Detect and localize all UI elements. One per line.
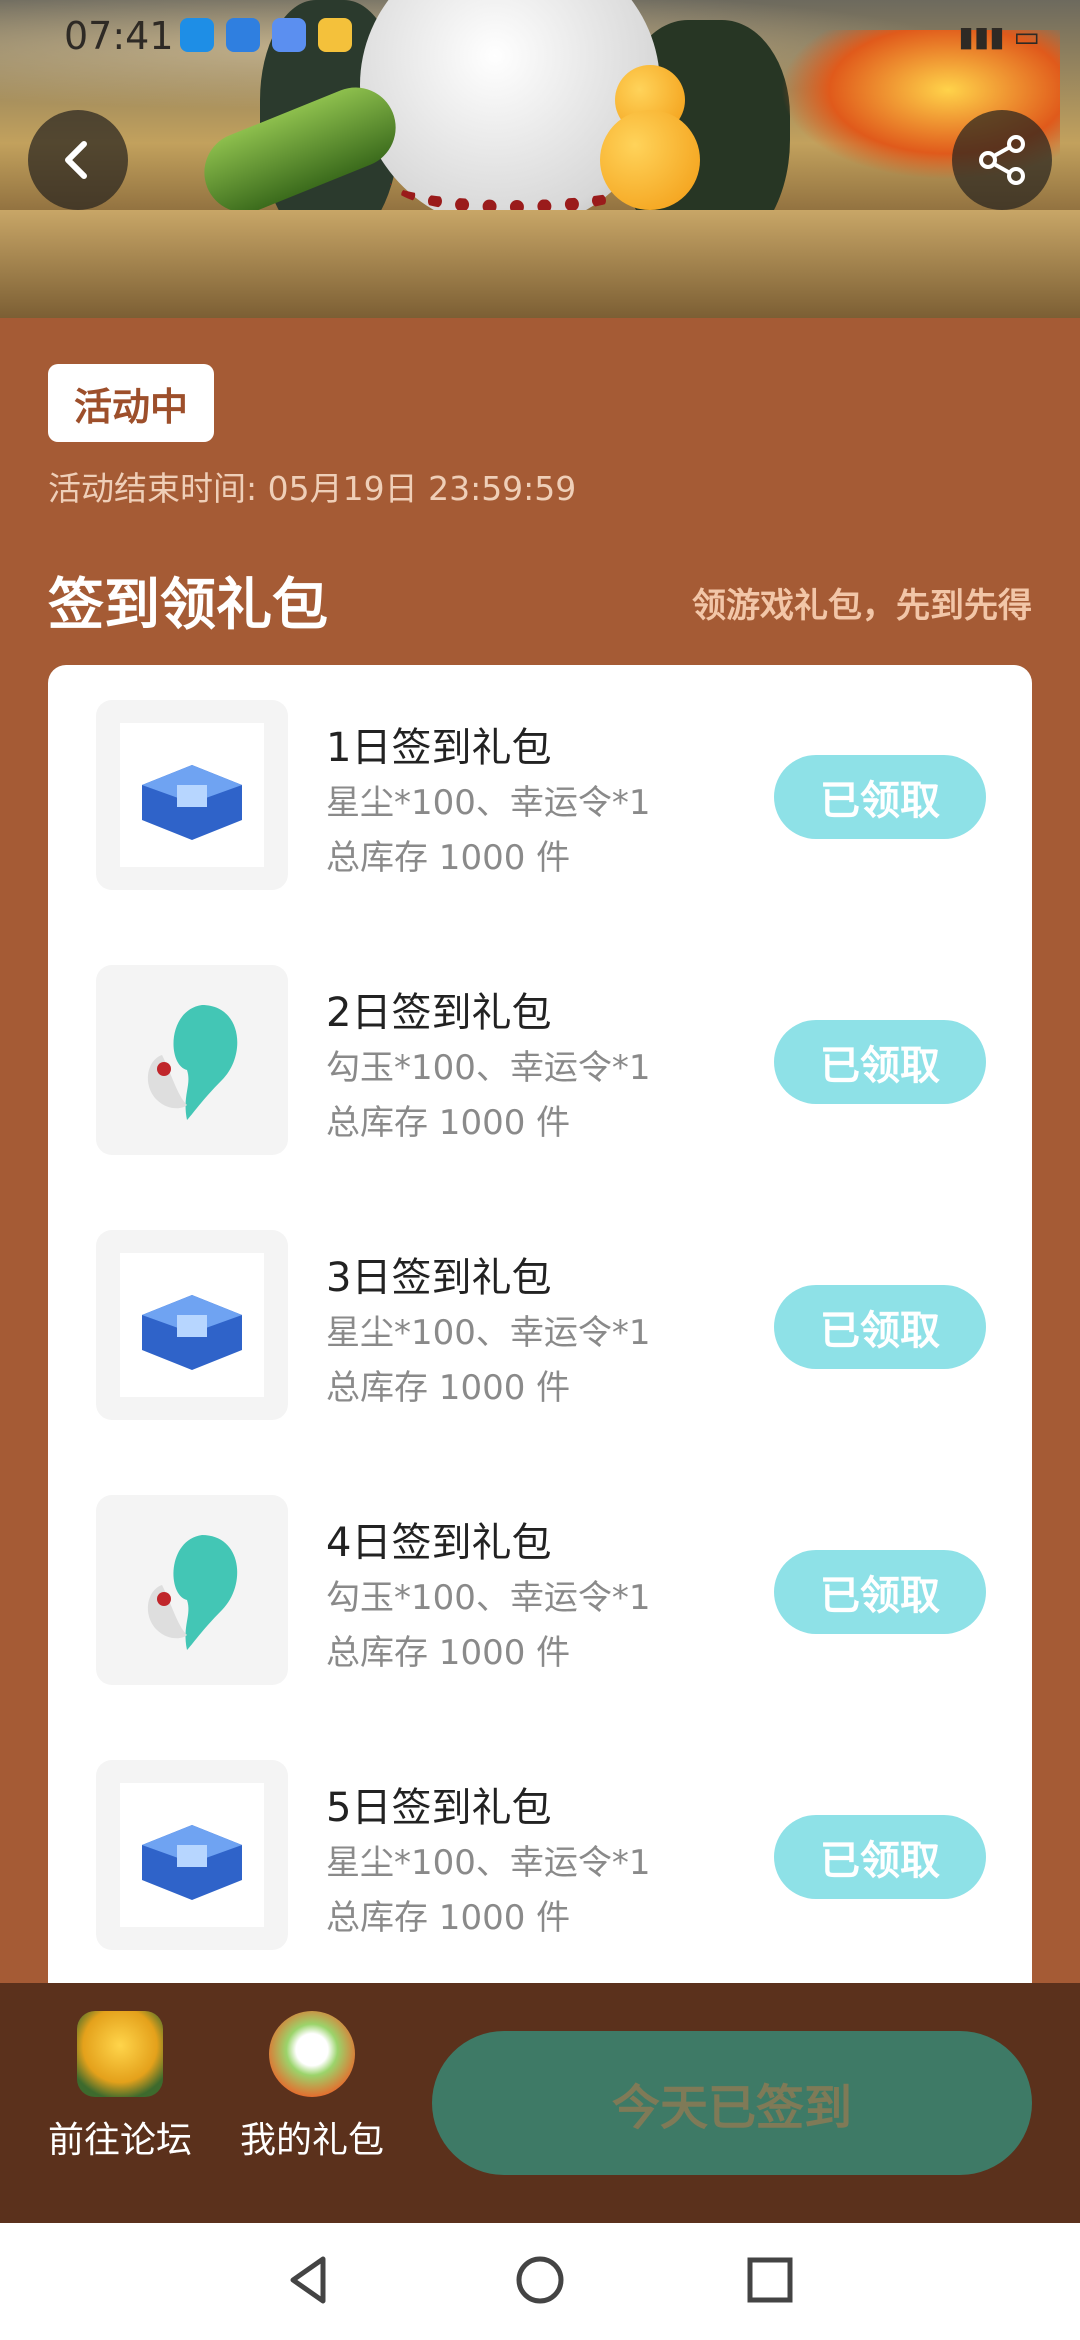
system-nav-bar bbox=[0, 2223, 1080, 2340]
section-title: 签到领礼包 bbox=[48, 573, 328, 638]
gift-stock: 总库存 1000 件 bbox=[326, 1898, 571, 1938]
blue-chest-icon bbox=[142, 1295, 242, 1370]
back-button[interactable] bbox=[28, 110, 128, 210]
notification-icons bbox=[180, 18, 352, 52]
bulb-app-icon bbox=[226, 18, 260, 52]
system-icons: ▮▮▮ ▭ bbox=[958, 20, 1040, 53]
status-badge: 活动中 bbox=[48, 364, 215, 442]
claimed-button[interactable]: 已领取 bbox=[774, 755, 986, 839]
gift-title: 1日签到礼包 bbox=[326, 725, 552, 771]
forum-label: 前往论坛 bbox=[47, 2120, 192, 2161]
gift-title: 4日签到礼包 bbox=[326, 1520, 552, 1566]
blue-chest-icon bbox=[142, 1825, 242, 1900]
share-button[interactable] bbox=[952, 110, 1052, 210]
gift-description: 勾玉*100、幸运令*1 bbox=[326, 1048, 651, 1088]
search-app-icon bbox=[180, 18, 214, 52]
gift-row: 4日签到礼包 勾玉*100、幸运令*1 总库存 1000 件 已领取 bbox=[48, 1460, 1032, 1685]
gift-description: 星尘*100、幸运令*1 bbox=[326, 783, 651, 823]
blue-chest-icon bbox=[142, 765, 242, 840]
gift-description: 勾玉*100、幸运令*1 bbox=[326, 1578, 651, 1618]
claimed-button[interactable]: 已领取 bbox=[774, 1815, 986, 1899]
my-gifts-shortcut[interactable]: 我的礼包 bbox=[232, 2011, 392, 2163]
gift-description: 星尘*100、幸运令*1 bbox=[326, 1313, 651, 1353]
my-gifts-label: 我的礼包 bbox=[239, 2120, 384, 2161]
status-bar: 07:41 ▮▮▮ ▭ bbox=[0, 0, 1080, 72]
gift-box-icon bbox=[269, 2011, 355, 2097]
gift-row: 5日签到礼包 星尘*100、幸运令*1 总库存 1000 件 已领取 bbox=[48, 1725, 1032, 1950]
gift-list: 1日签到礼包 星尘*100、幸运令*1 总库存 1000 件 已领取 2日签到礼… bbox=[48, 665, 1032, 1985]
jade-magatama-icon bbox=[147, 1005, 238, 1120]
chevron-left-icon bbox=[65, 141, 87, 179]
gift-stock: 总库存 1000 件 bbox=[326, 1103, 571, 1143]
gift-thumbnail bbox=[96, 1760, 288, 1950]
nav-home-icon[interactable] bbox=[513, 2253, 567, 2307]
jade-magatama-icon bbox=[147, 1535, 238, 1650]
gift-row: 3日签到礼包 星尘*100、幸运令*1 总库存 1000 件 已领取 bbox=[48, 1195, 1032, 1420]
nav-back-icon[interactable] bbox=[283, 2253, 337, 2307]
activity-end-time: 活动结束时间: 05月19日 23:59:59 bbox=[48, 469, 577, 508]
claimed-button[interactable]: 已领取 bbox=[774, 1285, 986, 1369]
status-time: 07:41 bbox=[64, 14, 174, 58]
gift-row: 1日签到礼包 星尘*100、幸运令*1 总库存 1000 件 已领取 bbox=[48, 665, 1032, 890]
nav-recents-icon[interactable] bbox=[743, 2253, 797, 2307]
claimed-button[interactable]: 已领取 bbox=[774, 1020, 986, 1104]
forum-app-icon bbox=[77, 2011, 163, 2097]
gift-row: 2日签到礼包 勾玉*100、幸运令*1 总库存 1000 件 已领取 bbox=[48, 930, 1032, 1155]
claimed-button[interactable]: 已领取 bbox=[774, 1550, 986, 1634]
weibo-app-icon bbox=[318, 18, 352, 52]
gift-thumbnail bbox=[96, 965, 288, 1155]
gift-title: 2日签到礼包 bbox=[326, 990, 552, 1036]
music-app-icon bbox=[272, 18, 306, 52]
gift-stock: 总库存 1000 件 bbox=[326, 1368, 571, 1408]
section-subtitle: 领游戏礼包，先到先得 bbox=[692, 586, 1032, 626]
gift-title: 5日签到礼包 bbox=[326, 1785, 552, 1831]
gift-stock: 总库存 1000 件 bbox=[326, 838, 571, 878]
gift-stock: 总库存 1000 件 bbox=[326, 1633, 571, 1673]
bottom-action-bar: 前往论坛 我的礼包 今天已签到 bbox=[0, 1983, 1080, 2223]
gift-description: 星尘*100、幸运令*1 bbox=[326, 1843, 651, 1883]
forum-shortcut[interactable]: 前往论坛 bbox=[40, 2011, 200, 2163]
share-icon bbox=[979, 135, 1025, 185]
gift-thumbnail bbox=[96, 700, 288, 890]
signed-in-today-button[interactable]: 今天已签到 bbox=[432, 2031, 1032, 2175]
gift-title: 3日签到礼包 bbox=[326, 1255, 552, 1301]
gift-thumbnail bbox=[96, 1230, 288, 1420]
gift-thumbnail bbox=[96, 1495, 288, 1685]
